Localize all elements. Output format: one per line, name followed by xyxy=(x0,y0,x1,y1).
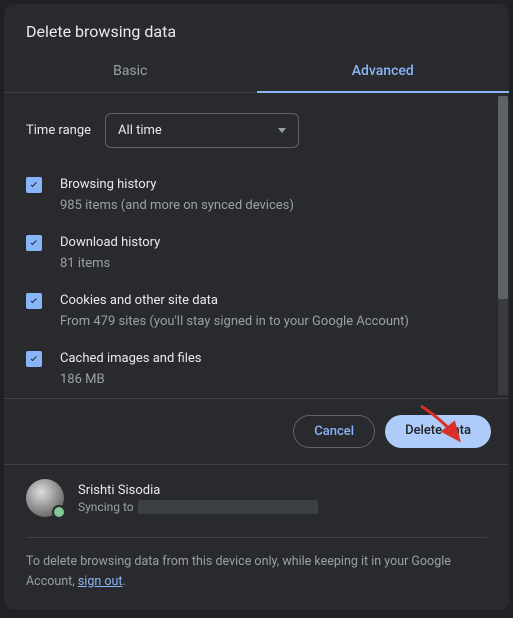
item-title: Download history xyxy=(60,233,481,253)
tabs: Basic Advanced xyxy=(4,51,509,93)
cancel-button[interactable]: Cancel xyxy=(293,415,375,448)
account-text: Srishti Sisodia Syncing to xyxy=(78,483,487,514)
time-range-row: Time range All time xyxy=(26,93,481,166)
sign-out-link[interactable]: sign out xyxy=(78,574,123,589)
sync-label: Syncing to xyxy=(78,500,134,514)
list-item: Cached images and files186 MB xyxy=(26,340,481,398)
delete-data-button[interactable]: Delete data xyxy=(385,415,491,448)
checkbox[interactable] xyxy=(26,177,42,193)
account-name: Srishti Sisodia xyxy=(78,483,487,498)
footer-note: To delete browsing data from this device… xyxy=(4,538,509,610)
note-text-after: . xyxy=(122,574,125,589)
checkbox[interactable] xyxy=(26,351,42,367)
scrollbar-thumb[interactable] xyxy=(498,96,508,299)
item-subtitle: From 479 sites (you'll stay signed in to… xyxy=(60,312,481,332)
item-text: Cookies and other site dataFrom 479 site… xyxy=(60,291,481,331)
item-text: Browsing history985 items (and more on s… xyxy=(60,175,481,215)
time-range-value: All time xyxy=(118,123,162,138)
item-subtitle: 186 MB xyxy=(60,370,481,390)
list-item: Browsing history985 items (and more on s… xyxy=(26,166,481,224)
sync-badge-icon xyxy=(52,505,66,519)
tab-advanced[interactable]: Advanced xyxy=(257,51,510,92)
time-range-select[interactable]: All time xyxy=(105,113,299,148)
item-subtitle: 985 items (and more on synced devices) xyxy=(60,196,481,216)
list-item: Download history81 items xyxy=(26,224,481,282)
chevron-down-icon xyxy=(278,128,286,133)
account-section: Srishti Sisodia Syncing to xyxy=(4,464,509,529)
dialog-title: Delete browsing data xyxy=(4,4,509,51)
item-title: Cookies and other site data xyxy=(60,291,481,311)
checkbox[interactable] xyxy=(26,235,42,251)
checkbox[interactable] xyxy=(26,293,42,309)
item-text: Download history81 items xyxy=(60,233,481,273)
item-subtitle: 81 items xyxy=(60,254,481,274)
redacted-email xyxy=(138,500,318,514)
account-sync: Syncing to xyxy=(78,500,487,514)
item-text: Cached images and files186 MB xyxy=(60,349,481,389)
content-area: Time range All time Browsing history985 … xyxy=(4,93,509,398)
action-row: Cancel Delete data xyxy=(4,399,509,464)
list-item: Cookies and other site dataFrom 479 site… xyxy=(26,282,481,340)
scroll-region[interactable]: Time range All time Browsing history985 … xyxy=(4,93,497,398)
delete-browsing-data-dialog: Delete browsing data Basic Advanced Time… xyxy=(4,4,509,610)
scrollbar[interactable] xyxy=(498,96,508,395)
time-range-label: Time range xyxy=(26,123,91,138)
item-title: Cached images and files xyxy=(60,349,481,369)
avatar xyxy=(26,479,64,517)
tab-basic[interactable]: Basic xyxy=(4,51,257,92)
item-title: Browsing history xyxy=(60,175,481,195)
